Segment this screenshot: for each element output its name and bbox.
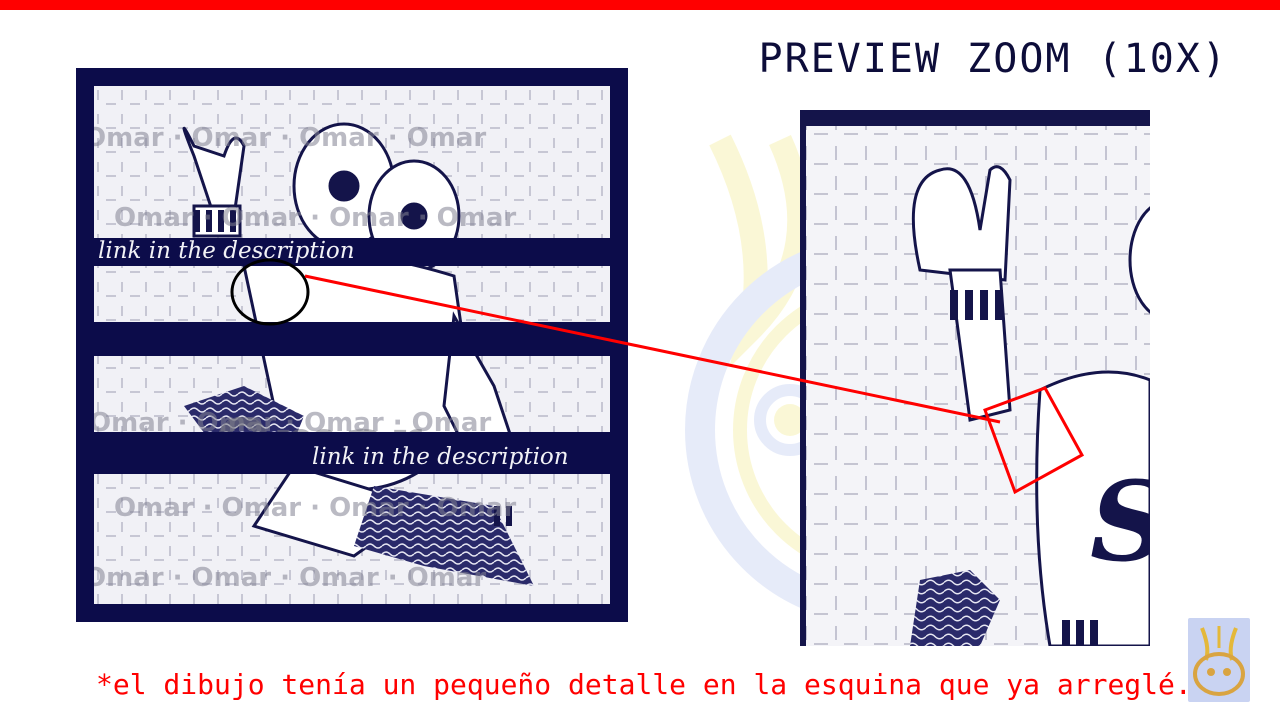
- zoom-detail-image: S: [800, 110, 1150, 646]
- caption-top: link in the description: [98, 238, 355, 264]
- preview-image: Omar · Omar · Omar · Omar Omar · Omar · …: [76, 68, 628, 622]
- svg-text:Omar · Omar · Omar · Omar: Omar · Omar · Omar · Omar: [114, 493, 516, 523]
- svg-text:Omar · Omar · Omar · Omar: Omar · Omar · Omar · Omar: [114, 203, 516, 233]
- svg-text:Omar · Omar · Omar · Omar: Omar · Omar · Omar · Omar: [94, 563, 486, 593]
- emblem-icon: [1193, 626, 1245, 696]
- corner-logo: [1188, 618, 1250, 702]
- footnote-text: *el dibujo tenía un pequeño detalle en l…: [96, 668, 1192, 701]
- zoom-letter: S: [1090, 457, 1150, 586]
- stripe: [76, 322, 628, 356]
- page-title: PREVIEW ZOOM (10X): [758, 36, 1228, 82]
- zoom-drawing: S: [800, 110, 1150, 646]
- caption-bottom: link in the description: [312, 444, 569, 470]
- top-accent-bar: [0, 0, 1280, 10]
- svg-text:Omar · Omar · Omar · Omar: Omar · Omar · Omar · Omar: [94, 123, 486, 153]
